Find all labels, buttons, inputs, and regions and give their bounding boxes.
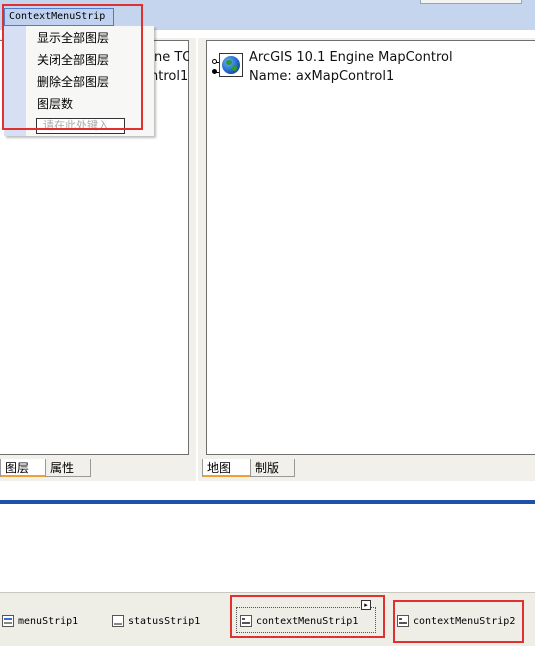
globe-icon: [219, 53, 243, 77]
tray-item-statusstrip1[interactable]: statusStrip1: [112, 615, 200, 629]
toc-control-name-fragment: ntrol1: [150, 69, 188, 84]
tab-properties[interactable]: 属性: [46, 459, 91, 477]
tab-layout[interactable]: 制版: [251, 459, 295, 477]
tray-item-label: menuStrip1: [18, 616, 79, 627]
tab-map-label: 地图: [207, 461, 232, 475]
toc-control-title-fragment: ne TOC: [154, 50, 189, 65]
form-bottom-edge: [0, 500, 535, 504]
highlight-box-contextmenustrip2: [393, 600, 524, 643]
tab-properties-label: 属性: [50, 461, 75, 475]
tab-layout-label: 制版: [255, 461, 280, 475]
map-control-title: ArcGIS 10.1 Engine MapControl: [249, 50, 453, 65]
highlight-box-context-menu: [2, 4, 143, 130]
tab-active-accent: [1, 475, 45, 477]
tab-layers[interactable]: 图层: [0, 459, 46, 477]
menustrip-icon: [2, 615, 14, 627]
map-control-name: Name: axMapControl1: [249, 69, 395, 84]
map-control-panel[interactable]: [206, 40, 535, 455]
window-control-stub: [420, 0, 522, 4]
tray-item-label: statusStrip1: [128, 616, 201, 627]
tab-map[interactable]: 地图: [202, 459, 251, 477]
highlight-box-contextmenustrip1: [230, 595, 385, 638]
tray-item-menustrip1[interactable]: menuStrip1: [2, 615, 78, 629]
statusstrip-icon: [112, 615, 124, 627]
tab-layers-label: 图层: [5, 461, 30, 475]
tab-active-accent: [203, 475, 250, 477]
